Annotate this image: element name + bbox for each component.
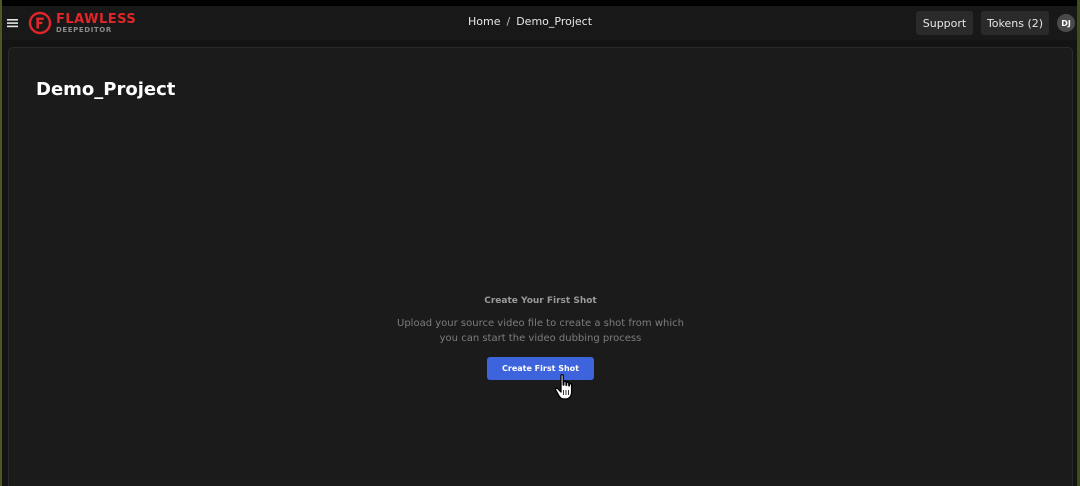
app-logo[interactable]: FLAWLESS DEEPEDITOR xyxy=(28,11,136,35)
project-panel: Demo_Project Create Your First Shot Uplo… xyxy=(8,47,1073,486)
empty-state-description: Upload your source video file to create … xyxy=(397,318,684,344)
support-button[interactable]: Support xyxy=(916,11,973,35)
hand-pointer-cursor-icon xyxy=(554,373,573,400)
hamburger-menu-icon[interactable] xyxy=(6,16,20,30)
create-first-shot-button[interactable]: Create First Shot xyxy=(487,357,594,380)
left-edge xyxy=(0,0,2,486)
breadcrumb: Home / Demo_Project xyxy=(468,15,592,28)
flawless-logo-icon xyxy=(28,11,52,35)
page-title: Demo_Project xyxy=(36,79,176,100)
avatar[interactable]: DJ xyxy=(1057,14,1075,32)
breadcrumb-separator: / xyxy=(506,15,511,28)
breadcrumb-current: Demo_Project xyxy=(516,15,593,28)
empty-state-title: Create Your First Shot xyxy=(484,296,597,306)
logo-main-text: FLAWLESS xyxy=(56,11,137,27)
tokens-button[interactable]: Tokens (2) xyxy=(981,11,1049,35)
empty-state: Create Your First Shot Upload your sourc… xyxy=(9,296,1072,380)
logo-sub-text: DEEPEDITOR xyxy=(56,25,112,34)
top-header: FLAWLESS DEEPEDITOR Home / Demo_Project … xyxy=(2,6,1077,40)
breadcrumb-home[interactable]: Home xyxy=(468,15,500,28)
app-screen: FLAWLESS DEEPEDITOR Home / Demo_Project … xyxy=(0,0,1080,486)
logo-text: FLAWLESS DEEPEDITOR xyxy=(56,13,136,34)
